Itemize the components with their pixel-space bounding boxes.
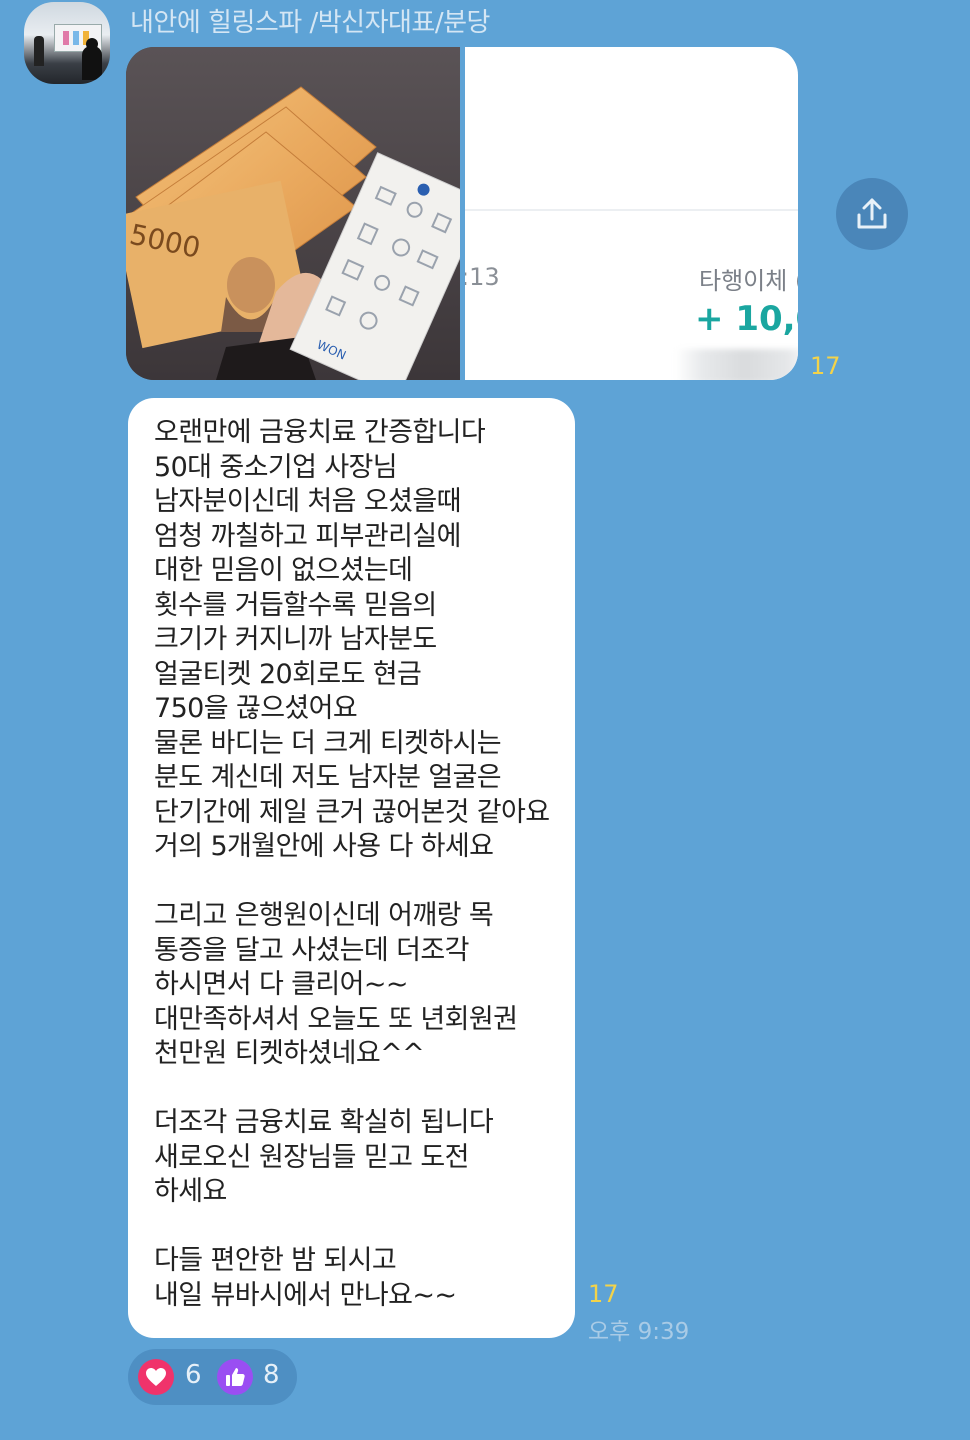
- heart-icon[interactable]: [138, 1359, 174, 1395]
- thumbs-up-icon[interactable]: [217, 1359, 253, 1395]
- money-photo[interactable]: 5000 WON: [126, 47, 460, 380]
- message-text: 오랜만에 금융치료 간증합니다 50대 중소기업 사장님 남자분이신데 처음 오…: [154, 417, 550, 1311]
- transfer-screenshot[interactable]: :13 타행이체 ( + 10,00: [465, 47, 798, 380]
- like-count: 8: [263, 1360, 280, 1390]
- sender-name[interactable]: 내안에 힐링스파 /박신자대표/분당: [130, 2, 490, 39]
- share-upload-icon: [857, 198, 887, 229]
- blurred-account: [675, 349, 798, 380]
- transfer-amount: + 10,00: [695, 299, 798, 339]
- reactions-bar[interactable]: 6 8: [128, 1349, 297, 1405]
- sender-avatar[interactable]: [24, 2, 110, 84]
- transfer-label: 타행이체 (: [699, 267, 798, 295]
- money-photo-illustration: 5000 WON: [126, 47, 460, 380]
- divider: [465, 209, 798, 211]
- transfer-time: :13: [465, 263, 500, 291]
- message-timestamp: 오후 9:39: [588, 1319, 690, 1345]
- message-bubble[interactable]: 오랜만에 금융치료 간증합니다 50대 중소기업 사장님 남자분이신데 처음 오…: [128, 398, 575, 1338]
- share-button[interactable]: [836, 178, 908, 250]
- heart-count: 6: [185, 1360, 202, 1390]
- photo-read-count: 17: [810, 352, 841, 380]
- message-read-count: 17: [588, 1280, 619, 1308]
